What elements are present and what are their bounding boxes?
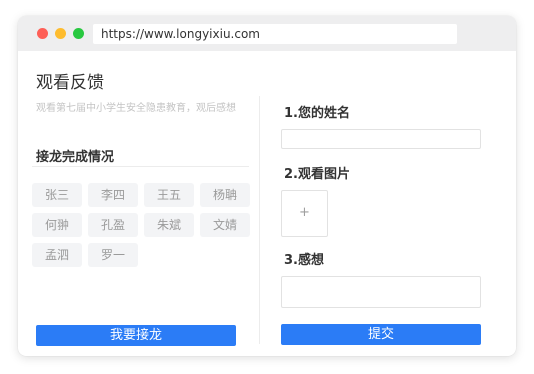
name-chip: 王五 [144, 183, 194, 207]
image-question-label: 2.观看图片 [284, 167, 350, 182]
name-chip: 孔盈 [88, 213, 138, 237]
plus-icon: + [299, 205, 310, 220]
name-question-label: 1.您的姓名 [284, 106, 350, 121]
page-title: 观看反馈 [36, 73, 104, 93]
name-chip: 何翀 [32, 213, 82, 237]
address-bar[interactable]: https://www.longyixiu.com [93, 24, 457, 44]
page-subtitle: 观看第七届中小学生安全隐患教育，观后感想 [36, 103, 236, 114]
panel-divider [259, 96, 260, 344]
completion-section-title: 接龙完成情况 [36, 150, 115, 165]
browser-titlebar: https://www.longyixiu.com [18, 16, 516, 51]
maximize-window-dot[interactable] [73, 28, 84, 39]
name-chip: 李四 [88, 183, 138, 207]
name-chip: 杨聃 [200, 183, 250, 207]
submit-button[interactable]: 提交 [281, 324, 481, 345]
name-chip: 文婧 [200, 213, 250, 237]
image-upload-button[interactable]: + [281, 190, 328, 237]
name-chip: 罗一 [88, 243, 138, 267]
minimize-window-dot[interactable] [55, 28, 66, 39]
section-divider [32, 166, 249, 167]
name-chip: 张三 [32, 183, 82, 207]
name-input[interactable] [281, 129, 481, 149]
completed-names-list: 张三 李四 王五 杨聃 何翀 孔盈 朱斌 文婧 孟泗 罗一 [32, 183, 256, 267]
name-chip: 朱斌 [144, 213, 194, 237]
thoughts-question-label: 3.感想 [284, 253, 324, 268]
thoughts-input[interactable] [281, 276, 481, 308]
join-button[interactable]: 我要接龙 [36, 325, 236, 346]
browser-window: https://www.longyixiu.com 观看反馈 观看第七届中小学生… [18, 16, 516, 356]
close-window-dot[interactable] [37, 28, 48, 39]
name-chip: 孟泗 [32, 243, 82, 267]
